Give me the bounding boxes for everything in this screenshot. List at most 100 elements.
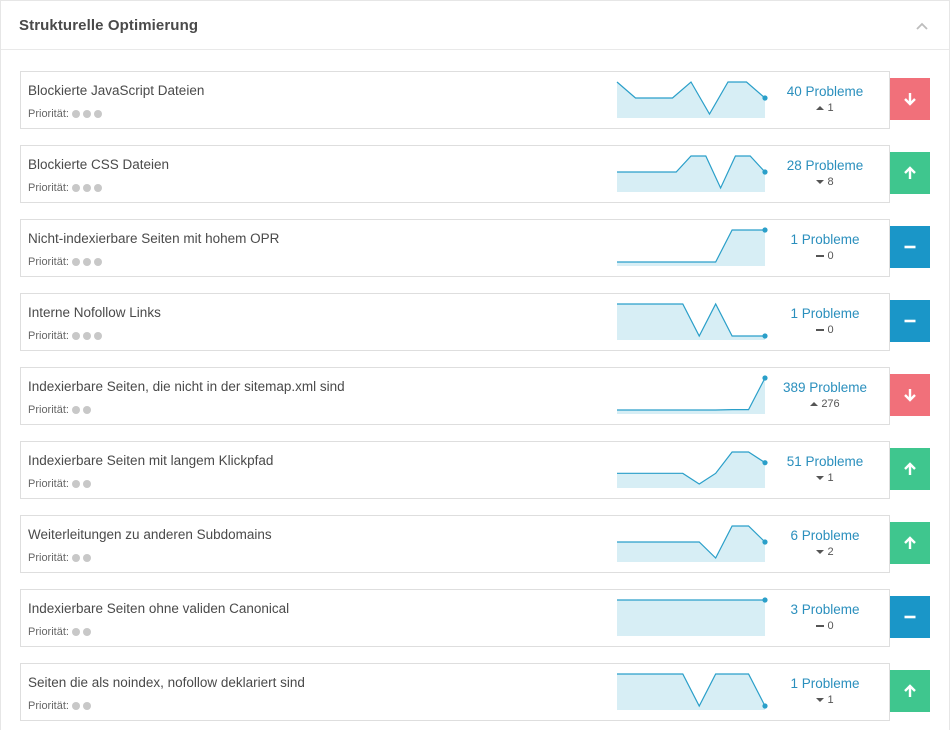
priority-dot: [71, 554, 80, 562]
priority-dot: [82, 184, 91, 192]
priority-label: Priorität:: [28, 330, 69, 342]
panel-header: Strukturelle Optimierung: [1, 1, 949, 50]
priority-indicator: Priorität:: [28, 256, 102, 268]
priority-label: Priorität:: [28, 404, 69, 416]
delta-value: 1: [827, 102, 834, 114]
arrow-up-icon: [904, 684, 916, 697]
trend-sparkline: [617, 302, 768, 340]
priority-dots: [71, 628, 91, 636]
issue-delta: 2: [765, 546, 885, 558]
caret-down-icon: [816, 180, 825, 184]
issue-title: Indexierbare Seiten mit langem Klickpfad: [28, 453, 274, 468]
trend-neutral-button[interactable]: [890, 300, 930, 342]
priority-label: Priorität:: [28, 108, 69, 120]
delta-value: 0: [827, 620, 834, 632]
issue-row[interactable]: Seiten die als noindex, nofollow deklari…: [20, 663, 890, 721]
priority-dot: [82, 258, 91, 266]
trend-neutral-button[interactable]: [890, 226, 930, 268]
priority-dot: [82, 406, 91, 414]
priority-dot: [71, 184, 80, 192]
issue-count[interactable]: 389 Probleme: [765, 380, 885, 395]
priority-label: Priorität:: [28, 700, 69, 712]
priority-indicator: Priorität:: [28, 626, 91, 638]
trend-down-button[interactable]: [890, 78, 930, 120]
trend-up-button[interactable]: [890, 448, 930, 490]
sparkline-area: [617, 600, 765, 636]
dash-icon: [816, 255, 825, 257]
caret-down-icon: [816, 550, 825, 554]
priority-dots: [71, 258, 102, 266]
sparkline-area: [617, 82, 765, 118]
priority-label: Priorität:: [28, 478, 69, 490]
trend-up-button[interactable]: [890, 152, 930, 194]
priority-dot: [82, 332, 91, 340]
issue-title: Blockierte JavaScript Dateien: [28, 83, 205, 98]
chevron-up-icon[interactable]: [914, 18, 930, 34]
issue-delta: 8: [765, 176, 885, 188]
priority-dots: [71, 184, 102, 192]
dash-icon: [816, 329, 825, 331]
caret-down-icon: [816, 698, 825, 702]
panel-title: Strukturelle Optimierung: [19, 17, 199, 34]
arrow-up-icon: [904, 166, 916, 179]
priority-dot: [71, 258, 80, 266]
delta-value: 276: [821, 398, 840, 410]
priority-dot: [93, 110, 102, 118]
issue-title: Interne Nofollow Links: [28, 305, 161, 320]
priority-dots: [71, 554, 91, 562]
trend-sparkline: [617, 375, 768, 414]
trend-up-button[interactable]: [890, 522, 930, 564]
delta-value: 1: [827, 472, 834, 484]
priority-dot: [82, 702, 91, 710]
issue-row[interactable]: Interne Nofollow Links Priorität: 1 Proble…: [20, 293, 890, 351]
sparkline-area: [617, 378, 765, 414]
issue-row[interactable]: Indexierbare Seiten, die nicht in der si…: [20, 367, 890, 425]
issue-delta: 0: [765, 620, 885, 632]
priority-dot: [82, 110, 91, 118]
sparkline-area: [617, 674, 765, 710]
priority-dot: [82, 480, 91, 488]
trend-sparkline: [617, 597, 768, 636]
issue-delta: 1: [765, 102, 885, 114]
issue-row[interactable]: Weiterleitungen zu anderen Subdomains Pri…: [20, 515, 890, 573]
dash-icon: [816, 625, 825, 627]
trend-neutral-button[interactable]: [890, 596, 930, 638]
issue-count[interactable]: 1 Probleme: [765, 306, 885, 321]
issue-delta: 276: [765, 398, 885, 410]
trend-down-button[interactable]: [890, 374, 930, 416]
issue-delta: 0: [765, 324, 885, 336]
issue-row[interactable]: Blockierte CSS Dateien Priorität: 28 Probl…: [20, 145, 890, 203]
priority-label: Priorität:: [28, 552, 69, 564]
issue-row[interactable]: Indexierbare Seiten mit langem Klickpfad…: [20, 441, 890, 499]
sparkline-area: [617, 304, 765, 340]
sparkline-line: [617, 377, 766, 411]
issue-title: Blockierte CSS Dateien: [28, 157, 170, 172]
priority-dot: [82, 554, 91, 562]
issue-count[interactable]: 51 Probleme: [765, 454, 885, 469]
priority-dots: [71, 702, 91, 710]
issue-count[interactable]: 1 Probleme: [765, 676, 885, 691]
arrow-up-icon: [904, 462, 916, 475]
priority-dot: [93, 258, 102, 266]
issue-row[interactable]: Indexierbare Seiten ohne validen Canonic…: [20, 589, 890, 647]
priority-indicator: Priorität:: [28, 182, 102, 194]
priority-dots: [71, 110, 102, 118]
priority-dot: [71, 480, 80, 488]
issue-row[interactable]: Blockierte JavaScript Dateien Priorität: 4…: [20, 71, 890, 129]
issue-count[interactable]: 28 Probleme: [765, 158, 885, 173]
arrow-down-icon: [904, 93, 916, 106]
issue-count[interactable]: 40 Probleme: [765, 84, 885, 99]
issue-row[interactable]: Nicht-indexierbare Seiten mit hohem OPR P…: [20, 219, 890, 277]
priority-dot: [71, 628, 80, 636]
priority-indicator: Priorität:: [28, 404, 91, 416]
issue-count[interactable]: 3 Probleme: [765, 602, 885, 617]
priority-dots: [71, 332, 102, 340]
issue-count[interactable]: 1 Probleme: [765, 232, 885, 247]
issue-title: Indexierbare Seiten ohne validen Canonic…: [28, 601, 290, 616]
issue-count[interactable]: 6 Probleme: [765, 528, 885, 543]
trend-up-button[interactable]: [890, 670, 930, 712]
trend-sparkline: [617, 155, 768, 192]
minus-icon: [904, 615, 916, 619]
priority-dot: [82, 628, 91, 636]
delta-value: 1: [827, 694, 834, 706]
